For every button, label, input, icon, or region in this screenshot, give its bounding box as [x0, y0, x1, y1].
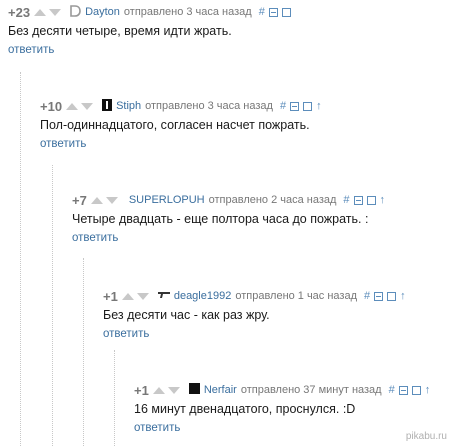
downvote-icon[interactable] [105, 196, 118, 204]
upvote-icon[interactable] [66, 102, 79, 110]
comment-header: +10 Stiph отправлено 3 часа назад # ↑ [40, 96, 451, 116]
timestamp: 1 час назад [297, 290, 358, 302]
save-icon[interactable] [281, 7, 291, 17]
username-link[interactable]: Dayton [85, 6, 120, 18]
comment: +1 Nerfair отправлено 37 минут назад # ↑… [134, 380, 451, 435]
comment-score: +7 [72, 192, 87, 208]
username-link[interactable]: Stiph [116, 100, 141, 112]
reply-link[interactable]: ответить [72, 232, 451, 244]
comment-tools: # ↑ [343, 194, 389, 206]
save-icon[interactable] [411, 385, 421, 395]
bottle-avatar-icon [102, 98, 113, 114]
comment-tools: # ↑ [280, 100, 326, 112]
comment-score: +1 [134, 382, 149, 398]
downvote-icon[interactable] [167, 386, 180, 394]
reply-link[interactable]: ответить [134, 422, 451, 434]
upvote-icon[interactable] [121, 292, 134, 300]
parent-arrow-icon[interactable]: ↑ [380, 194, 390, 206]
username-link[interactable]: SUPERLOPUH [129, 194, 205, 206]
letter-d-avatar-icon [70, 4, 81, 20]
permalink-hash-icon[interactable]: # [280, 100, 290, 112]
sent-label: отправлено [145, 100, 205, 112]
save-icon[interactable] [366, 195, 376, 205]
comment-tools: # [259, 6, 295, 18]
thread-line [52, 165, 54, 446]
comment-tools: # ↑ [389, 384, 435, 396]
comment-score: +1 [103, 288, 118, 304]
permalink-hash-icon[interactable]: # [343, 194, 353, 206]
upvote-icon[interactable] [34, 8, 47, 16]
upvote-icon[interactable] [90, 196, 103, 204]
username-link[interactable]: deagle1992 [174, 290, 232, 302]
username-link[interactable]: Nerfair [204, 384, 237, 396]
sent-label: отправлено [123, 6, 184, 18]
comment-text: Без десяти час - как раз жру. [103, 308, 270, 322]
timestamp: 37 минут назад [303, 384, 382, 396]
comment-text: Без десяти четыре, время идти жрать. [8, 24, 232, 38]
thread-line [20, 72, 22, 446]
collapse-icon[interactable] [268, 7, 278, 17]
timestamp: 3 часа назад [207, 100, 273, 112]
comment-header: +1 deagle1992 отправлено 1 час назад # ↑ [103, 286, 451, 306]
comment-header: +7 SUPERLOPUH отправлено 2 часа назад # … [72, 190, 451, 210]
sent-label: отправлено [208, 194, 269, 206]
collapse-icon[interactable] [290, 101, 300, 111]
comment-header: +23 Dayton отправлено 3 часа назад # [8, 2, 451, 22]
comment-tools: # ↑ [364, 290, 410, 302]
thread-line [114, 350, 116, 446]
parent-arrow-icon[interactable]: ↑ [425, 384, 435, 396]
downvote-icon[interactable] [49, 8, 62, 16]
comment-header: +1 Nerfair отправлено 37 минут назад # ↑ [134, 380, 451, 400]
reply-link[interactable]: ответить [40, 138, 451, 150]
downvote-icon[interactable] [81, 102, 94, 110]
comment: +1 deagle1992 отправлено 1 час назад # ↑… [103, 286, 451, 341]
upvote-icon[interactable] [152, 386, 165, 394]
parent-arrow-icon[interactable]: ↑ [316, 100, 326, 112]
gun-avatar-icon [157, 290, 170, 302]
thread-line [83, 258, 85, 446]
timestamp: 3 часа назад [186, 6, 252, 18]
black-square-avatar-icon [188, 383, 200, 397]
comment-score: +23 [8, 4, 31, 20]
permalink-hash-icon[interactable]: # [364, 290, 374, 302]
comment-text: 16 минут двенадцатого, проснулся. :D [134, 402, 356, 416]
comment: +7 SUPERLOPUH отправлено 2 часа назад # … [72, 190, 451, 245]
downvote-icon[interactable] [136, 292, 149, 300]
permalink-hash-icon[interactable]: # [259, 6, 269, 18]
save-icon[interactable] [387, 291, 397, 301]
comment-text: Пол-одиннадцатого, согласен насчет пожра… [40, 118, 310, 132]
reply-link[interactable]: ответить [8, 44, 451, 56]
collapse-icon[interactable] [398, 385, 408, 395]
comment-text: Четыре двадцать - еще полтора часа до по… [72, 212, 369, 226]
site-watermark: pikabu.ru [405, 431, 447, 442]
collapse-icon[interactable] [374, 291, 384, 301]
comment: +23 Dayton отправлено 3 часа назад # Без… [8, 2, 451, 56]
sent-label: отправлено [235, 290, 295, 302]
sent-label: отправлено [240, 384, 301, 396]
timestamp: 2 часа назад [271, 194, 337, 206]
parent-arrow-icon[interactable]: ↑ [400, 290, 410, 302]
comment: +10 Stiph отправлено 3 часа назад # ↑ По… [40, 96, 451, 150]
reply-link[interactable]: ответить [103, 328, 451, 340]
collapse-icon[interactable] [353, 195, 363, 205]
permalink-hash-icon[interactable]: # [389, 384, 399, 396]
comment-score: +10 [40, 98, 63, 114]
save-icon[interactable] [303, 101, 313, 111]
